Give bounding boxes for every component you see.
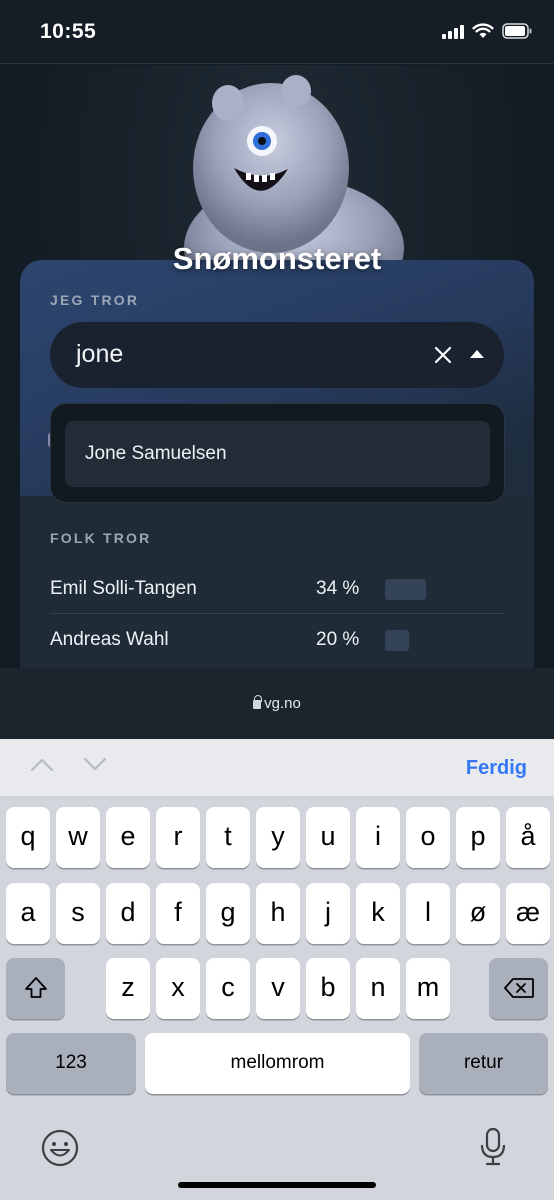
guess-section-label: JEG TROR	[50, 292, 140, 308]
key-f[interactable]: f	[156, 883, 200, 944]
key-i[interactable]: i	[356, 807, 400, 868]
guess-search-input[interactable]: jone	[50, 322, 504, 388]
key-k[interactable]: k	[356, 883, 400, 944]
key-å[interactable]: å	[506, 807, 550, 868]
wifi-icon	[472, 23, 494, 39]
status-bar: 10:55	[0, 0, 554, 64]
key-æ[interactable]: æ	[506, 883, 550, 944]
cellular-signal-icon	[442, 23, 464, 39]
key-b[interactable]: b	[306, 958, 350, 1019]
folk-section-label: FOLK TROR	[50, 530, 152, 546]
browser-url-bar[interactable]: vg.no	[0, 668, 554, 739]
key-t[interactable]: t	[206, 807, 250, 868]
shift-arrow-icon	[24, 977, 47, 998]
key-r[interactable]: r	[156, 807, 200, 868]
home-indicator	[178, 1182, 376, 1188]
key-n[interactable]: n	[356, 958, 400, 1019]
key-w[interactable]: w	[56, 807, 100, 868]
onscreen-keyboard: qwertyuiopå asdfghjkløæ zxcvbnm 123 mell…	[0, 797, 554, 1200]
key-d[interactable]: d	[106, 883, 150, 944]
key-a[interactable]: a	[6, 883, 50, 944]
next-field-chevron-down-icon[interactable]	[83, 756, 107, 772]
result-row: Emil Solli-Tangen 34 %	[50, 564, 504, 614]
return-key[interactable]: retur	[419, 1033, 548, 1094]
suggestion-dropdown: Jone Samuelsen	[50, 403, 505, 503]
status-icons	[442, 23, 532, 39]
key-e[interactable]: e	[106, 807, 150, 868]
numbers-key[interactable]: 123	[6, 1033, 136, 1094]
key-m[interactable]: m	[406, 958, 450, 1019]
key-s[interactable]: s	[56, 883, 100, 944]
lock-icon	[253, 695, 263, 709]
key-j[interactable]: j	[306, 883, 350, 944]
emoji-icon[interactable]	[41, 1129, 79, 1167]
result-percent: 34 %	[316, 578, 360, 599]
clear-icon[interactable]	[433, 345, 453, 365]
key-q[interactable]: q	[6, 807, 50, 868]
space-key[interactable]: mellomrom	[145, 1033, 410, 1094]
result-bar	[385, 630, 409, 651]
result-percent: 20 %	[316, 629, 360, 650]
status-time: 10:55	[40, 20, 97, 43]
key-o[interactable]: o	[406, 807, 450, 868]
key-ø[interactable]: ø	[456, 883, 500, 944]
battery-icon	[502, 23, 532, 39]
result-bar	[385, 579, 426, 600]
microphone-icon[interactable]	[480, 1127, 506, 1167]
shift-key[interactable]	[6, 958, 65, 1019]
key-p[interactable]: p	[456, 807, 500, 868]
url-text[interactable]: vg.no	[264, 695, 301, 712]
result-name: Emil Solli-Tangen	[50, 578, 197, 599]
key-z[interactable]: z	[106, 958, 150, 1019]
done-button[interactable]: Ferdig	[466, 757, 527, 780]
url-display[interactable]: vg.no	[0, 695, 554, 712]
result-row: Andreas Wahl 20 %	[50, 615, 504, 665]
search-input-value[interactable]: jone	[76, 340, 123, 369]
key-c[interactable]: c	[206, 958, 250, 1019]
key-h[interactable]: h	[256, 883, 300, 944]
contestant-name: Snømonsteret	[172, 241, 382, 276]
key-l[interactable]: l	[406, 883, 450, 944]
backspace-icon	[503, 978, 534, 998]
previous-field-chevron-up-icon[interactable]	[30, 756, 54, 772]
caret-up-icon[interactable]	[470, 350, 484, 358]
key-x[interactable]: x	[156, 958, 200, 1019]
key-y[interactable]: y	[256, 807, 300, 868]
key-v[interactable]: v	[256, 958, 300, 1019]
result-name: Andreas Wahl	[50, 629, 169, 650]
key-g[interactable]: g	[206, 883, 250, 944]
web-page: Snømonsteret JEG TROR jone FOLK TROR Emi…	[0, 65, 554, 668]
backspace-key[interactable]	[489, 958, 548, 1019]
keyboard-accessory-bar: Ferdig	[0, 739, 554, 797]
suggestion-option-label[interactable]: Jone Samuelsen	[85, 443, 227, 465]
key-u[interactable]: u	[306, 807, 350, 868]
suggestion-option[interactable]: Jone Samuelsen	[65, 421, 490, 487]
